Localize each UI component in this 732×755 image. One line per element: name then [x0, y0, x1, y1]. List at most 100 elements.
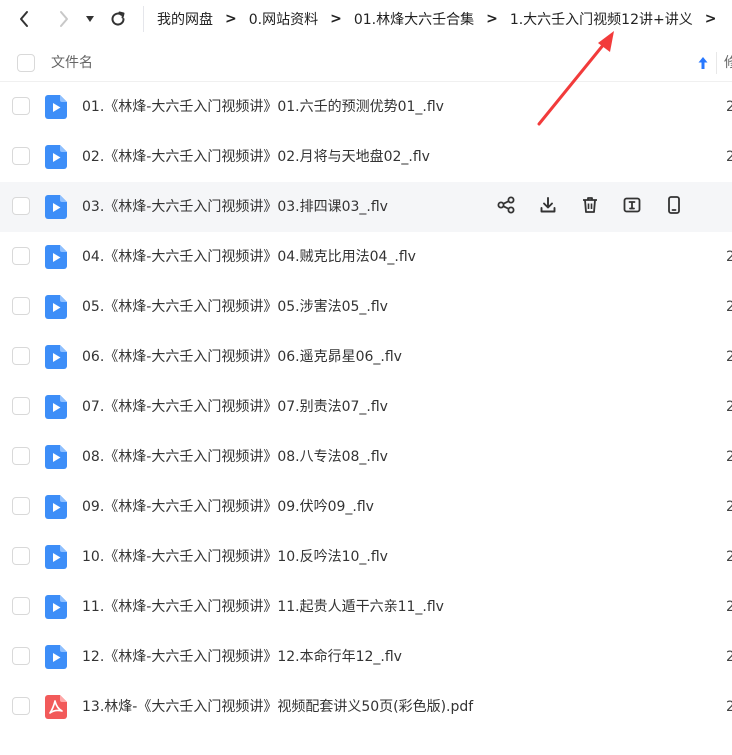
delete-icon — [580, 195, 600, 219]
file-modified-date: 2 — [726, 499, 732, 515]
file-modified-date: 2 — [726, 299, 732, 315]
file-row[interactable]: 02.《林烽-大六壬入门视频讲》02.月将与天地盘02_.flv 2 — [0, 132, 732, 182]
file-row[interactable]: 05.《林烽-大六壬入门视频讲》05.涉害法05_.flv 2 — [0, 282, 732, 332]
file-name[interactable]: 08.《林烽-大六壬入门视频讲》08.八专法08_.flv — [82, 432, 388, 482]
breadcrumb: 我的网盘 > 0.网站资料 > 01.林烽大六壬合集 > 1.大六壬入门视频12… — [157, 0, 728, 38]
file-checkbox[interactable] — [12, 497, 30, 515]
video-file-icon — [45, 595, 67, 619]
file-row[interactable]: 01.《林烽-大六壬入门视频讲》01.六壬的预测优势01_.flv 2 — [0, 82, 732, 132]
file-list-header: 文件名 修 — [0, 44, 732, 82]
file-checkbox[interactable] — [12, 697, 30, 715]
file-checkbox[interactable] — [12, 547, 30, 565]
file-checkbox[interactable] — [12, 647, 30, 665]
share-icon — [496, 195, 516, 219]
file-name[interactable]: 07.《林烽-大六壬入门视频讲》07.别责法07_.flv — [82, 382, 388, 432]
video-file-icon — [45, 445, 67, 469]
file-row[interactable]: 08.《林烽-大六壬入门视频讲》08.八专法08_.flv 2 — [0, 432, 732, 482]
file-checkbox[interactable] — [12, 197, 30, 215]
caret-down-icon — [86, 16, 94, 22]
video-file-icon — [45, 545, 67, 569]
file-name[interactable]: 01.《林烽-大六壬入门视频讲》01.六壬的预测优势01_.flv — [82, 82, 444, 132]
forward-button[interactable] — [52, 7, 76, 31]
file-checkbox[interactable] — [12, 597, 30, 615]
toolbar-divider — [143, 6, 144, 32]
file-name[interactable]: 06.《林烽-大六壬入门视频讲》06.遥克昴星06_.flv — [82, 332, 402, 382]
file-modified-date: 2 — [726, 649, 732, 665]
file-modified-date: 2 — [726, 399, 732, 415]
file-name[interactable]: 13.林烽-《大六壬入门视频讲》视频配套讲义50页(彩色版).pdf — [82, 682, 473, 732]
file-name[interactable]: 05.《林烽-大六壬入门视频讲》05.涉害法05_.flv — [82, 282, 388, 332]
file-row[interactable]: 10.《林烽-大六壬入门视频讲》10.反吟法10_.flv 2 — [0, 532, 732, 582]
file-row[interactable]: 03.《林烽-大六壬入门视频讲》03.排四课03_.flv — [0, 182, 732, 232]
rename-button[interactable] — [620, 195, 644, 219]
file-name[interactable]: 09.《林烽-大六壬入门视频讲》09.伏吟09_.flv — [82, 482, 374, 532]
file-name[interactable]: 03.《林烽-大六壬入门视频讲》03.排四课03_.flv — [82, 182, 388, 232]
video-file-icon — [45, 495, 67, 519]
video-file-icon — [45, 645, 67, 669]
back-button[interactable] — [12, 7, 36, 31]
column-divider[interactable] — [716, 52, 717, 74]
select-all-checkbox[interactable] — [17, 54, 35, 72]
file-checkbox[interactable] — [12, 247, 30, 265]
file-name[interactable]: 12.《林烽-大六壬入门视频讲》12.本命行年12_.flv — [82, 632, 402, 682]
download-button[interactable] — [536, 195, 560, 219]
breadcrumb-separator-icon: > — [704, 11, 717, 27]
rename-icon — [622, 195, 642, 219]
toolbar: 我的网盘 > 0.网站资料 > 01.林烽大六壬合集 > 1.大六壬入门视频12… — [0, 0, 732, 38]
share-button[interactable] — [494, 195, 518, 219]
chevron-left-icon — [20, 11, 28, 27]
download-icon — [538, 195, 558, 219]
file-modified-date: 2 — [726, 249, 732, 265]
video-file-icon — [45, 145, 67, 169]
file-modified-date: 2 — [726, 549, 732, 565]
breadcrumb-item-collection[interactable]: 01.林烽大六壬合集 — [354, 9, 474, 29]
file-modified-date: 2 — [726, 599, 732, 615]
file-list: 01.《林烽-大六壬入门视频讲》01.六壬的预测优势01_.flv 2 02.《林烽… — [0, 82, 732, 732]
file-row[interactable]: 12.《林烽-大六壬入门视频讲》12.本命行年12_.flv 2 — [0, 632, 732, 682]
file-modified-date: 2 — [726, 449, 732, 465]
file-modified-date: 2 — [726, 349, 732, 365]
file-name[interactable]: 11.《林烽-大六壬入门视频讲》11.起贵人遁干六亲11_.flv — [82, 582, 444, 632]
file-checkbox[interactable] — [12, 297, 30, 315]
row-actions — [494, 195, 704, 219]
file-name[interactable]: 04.《林烽-大六壬入门视频讲》04.贼克比用法04_.flv — [82, 232, 416, 282]
file-checkbox[interactable] — [12, 397, 30, 415]
file-name[interactable]: 02.《林烽-大六壬入门视频讲》02.月将与天地盘02_.flv — [82, 132, 430, 182]
file-checkbox[interactable] — [12, 147, 30, 165]
breadcrumb-item-site-resources[interactable]: 0.网站资料 — [249, 9, 318, 29]
file-checkbox[interactable] — [12, 347, 30, 365]
file-row[interactable]: 09.《林烽-大六壬入门视频讲》09.伏吟09_.flv 2 — [0, 482, 732, 532]
video-file-icon — [45, 395, 67, 419]
sort-ascending-icon[interactable] — [697, 56, 709, 70]
phone-icon — [664, 195, 684, 219]
video-file-icon — [45, 95, 67, 119]
video-file-icon — [45, 245, 67, 269]
breadcrumb-separator-icon: > — [486, 11, 498, 27]
file-modified-date: 2 — [726, 149, 732, 165]
video-file-icon — [45, 195, 67, 219]
video-file-icon — [45, 345, 67, 369]
video-file-icon — [45, 295, 67, 319]
file-modified-date: 2 — [726, 699, 732, 715]
breadcrumb-separator-icon: > — [330, 11, 342, 27]
file-checkbox[interactable] — [12, 447, 30, 465]
chevron-right-icon — [60, 11, 68, 27]
breadcrumb-separator-icon: > — [225, 11, 237, 27]
breadcrumb-item-root[interactable]: 我的网盘 — [157, 9, 213, 29]
file-modified-date: 2 — [726, 99, 732, 115]
file-name[interactable]: 10.《林烽-大六壬入门视频讲》10.反吟法10_.flv — [82, 532, 388, 582]
column-header-modified[interactable]: 修 — [724, 44, 732, 82]
file-row[interactable]: 07.《林烽-大六壬入门视频讲》07.别责法07_.flv 2 — [0, 382, 732, 432]
pdf-file-icon — [45, 695, 67, 719]
file-row[interactable]: 11.《林烽-大六壬入门视频讲》11.起贵人遁干六亲11_.flv 2 — [0, 582, 732, 632]
history-dropdown-button[interactable] — [80, 7, 100, 31]
phone-button[interactable] — [662, 195, 686, 219]
column-header-filename[interactable]: 文件名 — [51, 44, 93, 82]
breadcrumb-item-current[interactable]: 1.大六壬入门视频12讲+讲义 — [510, 9, 693, 29]
refresh-button[interactable] — [106, 7, 130, 31]
file-checkbox[interactable] — [12, 97, 30, 115]
file-row[interactable]: 04.《林烽-大六壬入门视频讲》04.贼克比用法04_.flv 2 — [0, 232, 732, 282]
file-row[interactable]: 06.《林烽-大六壬入门视频讲》06.遥克昴星06_.flv 2 — [0, 332, 732, 382]
delete-button[interactable] — [578, 195, 602, 219]
file-row[interactable]: 13.林烽-《大六壬入门视频讲》视频配套讲义50页(彩色版).pdf 2 — [0, 682, 732, 732]
